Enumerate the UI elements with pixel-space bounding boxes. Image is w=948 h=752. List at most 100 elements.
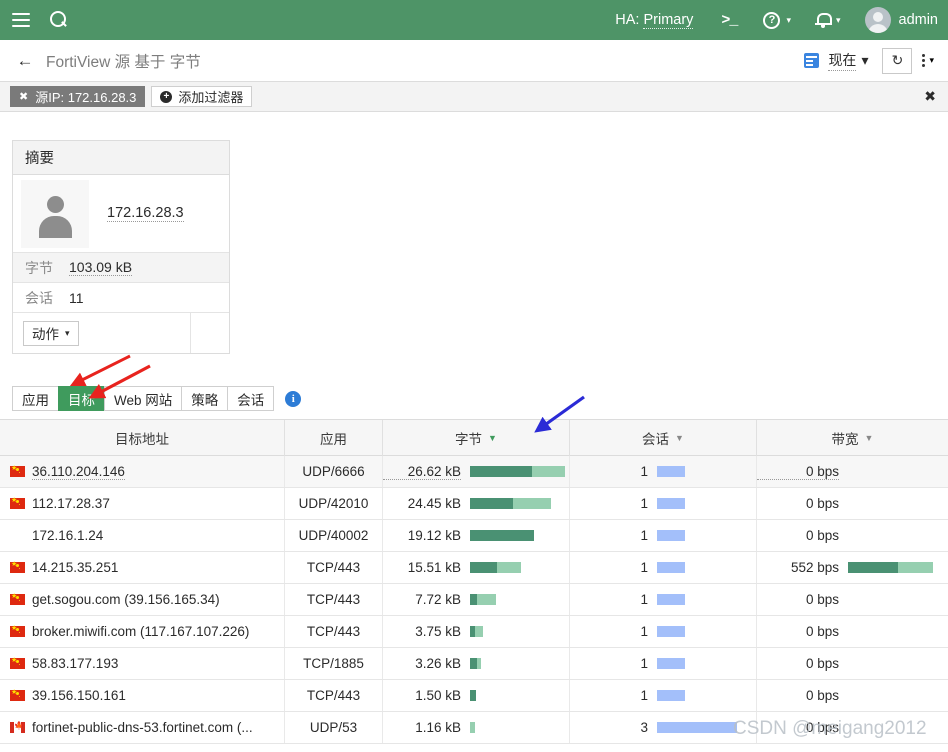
destination-label[interactable]: fortinet-public-dns-53.fortinet.com (... bbox=[32, 720, 253, 735]
back-button[interactable]: ← bbox=[14, 50, 36, 72]
table-row[interactable]: 58.83.177.193 TCP/1885 3.26 kB 1 0 bps bbox=[0, 648, 948, 680]
flag-canada-icon bbox=[10, 720, 25, 733]
table-row[interactable]: 14.215.35.251 TCP/443 15.51 kB 1 552 bps bbox=[0, 552, 948, 584]
page-toolbar-right: 现在 ▾ ↻ ▾ bbox=[804, 47, 940, 74]
notifications-menu[interactable]: ▾ bbox=[814, 12, 841, 29]
fortiview-table: 目标地址 应用 字节 ▼ 会话 ▼ 带宽 ▼ 36.110.204.146 UDP… bbox=[0, 419, 948, 744]
hamburger-menu-icon[interactable] bbox=[12, 13, 30, 27]
cell-application: UDP/6666 bbox=[285, 456, 383, 487]
add-filter-button[interactable]: + 添加过滤器 bbox=[151, 86, 253, 107]
table-row[interactable]: 172.16.1.24 UDP/40002 19.12 kB 1 0 bps bbox=[0, 520, 948, 552]
bar-segment-sent bbox=[470, 594, 477, 605]
summary-identity-row: 172.16.28.3 bbox=[13, 175, 229, 253]
bytes-value: 19.12 kB bbox=[407, 528, 461, 543]
cell-sessions: 1 bbox=[570, 552, 757, 583]
tab-application[interactable]: 应用 bbox=[12, 386, 59, 411]
cell-bytes: 26.62 kB bbox=[383, 456, 570, 487]
bandwidth-value: 0 bps bbox=[805, 688, 839, 703]
action-dropdown-button[interactable]: 动作 ▾ bbox=[23, 320, 79, 346]
cell-destination: 112.17.28.37 bbox=[0, 488, 285, 519]
tab-website[interactable]: Web 网站 bbox=[104, 386, 183, 411]
remove-filter-icon[interactable]: ✖ bbox=[19, 90, 28, 103]
column-header-sessions-label: 会话 bbox=[642, 432, 670, 447]
bandwidth-value: 0 bps bbox=[805, 656, 839, 671]
destination-label[interactable]: 14.215.35.251 bbox=[32, 560, 118, 575]
cell-destination: broker.miwifi.com (117.167.107.226) bbox=[0, 616, 285, 647]
bar-segment-sessions bbox=[657, 594, 685, 605]
bytes-value: 15.51 kB bbox=[407, 560, 461, 575]
search-icon[interactable] bbox=[48, 10, 68, 30]
table-row[interactable]: 36.110.204.146 UDP/6666 26.62 kB 1 0 bps bbox=[0, 456, 948, 488]
bar-segment-received bbox=[898, 562, 933, 573]
metric-bar bbox=[470, 562, 521, 573]
bar-segment-received bbox=[475, 626, 483, 637]
table-row[interactable]: 112.17.28.37 UDP/42010 24.45 kB 1 0 bps bbox=[0, 488, 948, 520]
user-avatar-icon bbox=[21, 179, 89, 248]
refresh-button[interactable]: ↻ bbox=[882, 47, 913, 74]
tab-policy-label: 策略 bbox=[191, 392, 219, 408]
bytes-value: 3.75 kB bbox=[415, 624, 461, 639]
application-label: TCP/443 bbox=[306, 624, 361, 639]
cell-sessions: 1 bbox=[570, 488, 757, 519]
table-row[interactable]: broker.miwifi.com (117.167.107.226) TCP/4… bbox=[0, 616, 948, 648]
bar-segment-sent bbox=[470, 658, 477, 669]
destination-label[interactable]: 36.110.204.146 bbox=[32, 464, 125, 480]
tab-destination[interactable]: 目标 bbox=[58, 386, 105, 411]
calendar-icon[interactable] bbox=[804, 53, 820, 68]
bar-segment-sessions bbox=[657, 722, 737, 733]
tab-destination-label: 目标 bbox=[68, 392, 95, 408]
cli-console-icon[interactable]: >_ bbox=[721, 12, 738, 29]
header-right-group: HA: Primary >_ ? ▾ ▾ admin bbox=[615, 0, 938, 40]
destination-label[interactable]: 172.16.1.24 bbox=[32, 528, 103, 543]
column-header-bytes[interactable]: 字节 ▼ bbox=[383, 420, 570, 456]
time-range-selector[interactable]: 现在 ▾ bbox=[828, 50, 868, 71]
table-row[interactable]: 39.156.150.161 TCP/443 1.50 kB 1 0 bps bbox=[0, 680, 948, 712]
cell-application: UDP/40002 bbox=[285, 520, 383, 551]
bar-segment-sent bbox=[470, 562, 497, 573]
metric-bar bbox=[657, 466, 685, 477]
destination-label[interactable]: get.sogou.com (39.156.165.34) bbox=[32, 592, 220, 607]
tab-policy[interactable]: 策略 bbox=[181, 386, 229, 411]
application-label: UDP/53 bbox=[309, 720, 358, 735]
metric-bar bbox=[657, 626, 685, 637]
bar-segment-sent bbox=[470, 530, 534, 541]
destination-label[interactable]: 58.83.177.193 bbox=[32, 656, 118, 671]
cell-destination: fortinet-public-dns-53.fortinet.com (... bbox=[0, 712, 285, 743]
filter-chip-source-ip[interactable]: ✖ 源IP: 172.16.28.3 bbox=[10, 86, 146, 107]
clear-all-filters-icon[interactable]: ✖ bbox=[924, 88, 936, 105]
destination-label[interactable]: broker.miwifi.com (117.167.107.226) bbox=[32, 624, 249, 639]
sessions-value: 1 bbox=[640, 688, 648, 703]
column-header-application[interactable]: 应用 bbox=[285, 420, 383, 456]
bar-segment-sent bbox=[470, 466, 532, 477]
destination-label[interactable]: 39.156.150.161 bbox=[32, 688, 126, 703]
bytes-value: 3.26 kB bbox=[415, 656, 461, 671]
table-header-row: 目标地址 应用 字节 ▼ 会话 ▼ 带宽 ▼ bbox=[0, 420, 948, 456]
application-label: TCP/443 bbox=[306, 688, 361, 703]
help-menu[interactable]: ? ▾ bbox=[763, 11, 791, 29]
bar-segment-received bbox=[477, 594, 496, 605]
metric-bar bbox=[848, 562, 933, 573]
annotation-arrow-red-2 bbox=[69, 354, 131, 387]
column-header-bandwidth-label: 带宽 bbox=[831, 432, 859, 447]
summary-bytes-value: 103.09 kB bbox=[69, 259, 133, 276]
summary-action-cell: 动作 ▾ bbox=[13, 313, 191, 353]
user-menu[interactable]: admin bbox=[864, 7, 938, 33]
column-header-sessions[interactable]: 会话 ▼ bbox=[570, 420, 757, 456]
application-label: TCP/1885 bbox=[303, 656, 364, 671]
metric-bar bbox=[470, 594, 496, 605]
bandwidth-value: 0 bps bbox=[805, 528, 839, 543]
tab-sessions[interactable]: 会话 bbox=[227, 386, 275, 411]
summary-ip-value[interactable]: 172.16.28.3 bbox=[107, 205, 184, 222]
more-options-menu[interactable]: ▾ bbox=[922, 54, 934, 67]
metric-bar bbox=[470, 690, 476, 701]
column-header-bandwidth[interactable]: 带宽 ▼ bbox=[757, 420, 948, 456]
info-icon[interactable]: i bbox=[285, 390, 302, 407]
destination-label[interactable]: 112.17.28.37 bbox=[32, 496, 110, 511]
cell-bandwidth: 0 bps bbox=[757, 584, 948, 615]
column-header-destination[interactable]: 目标地址 bbox=[0, 420, 285, 456]
plus-icon: + bbox=[160, 90, 173, 103]
application-label: UDP/6666 bbox=[302, 464, 365, 479]
table-row[interactable]: get.sogou.com (39.156.165.34) TCP/443 7.72… bbox=[0, 584, 948, 616]
flag-china-icon bbox=[10, 687, 25, 701]
summary-sessions-value: 11 bbox=[69, 289, 84, 306]
